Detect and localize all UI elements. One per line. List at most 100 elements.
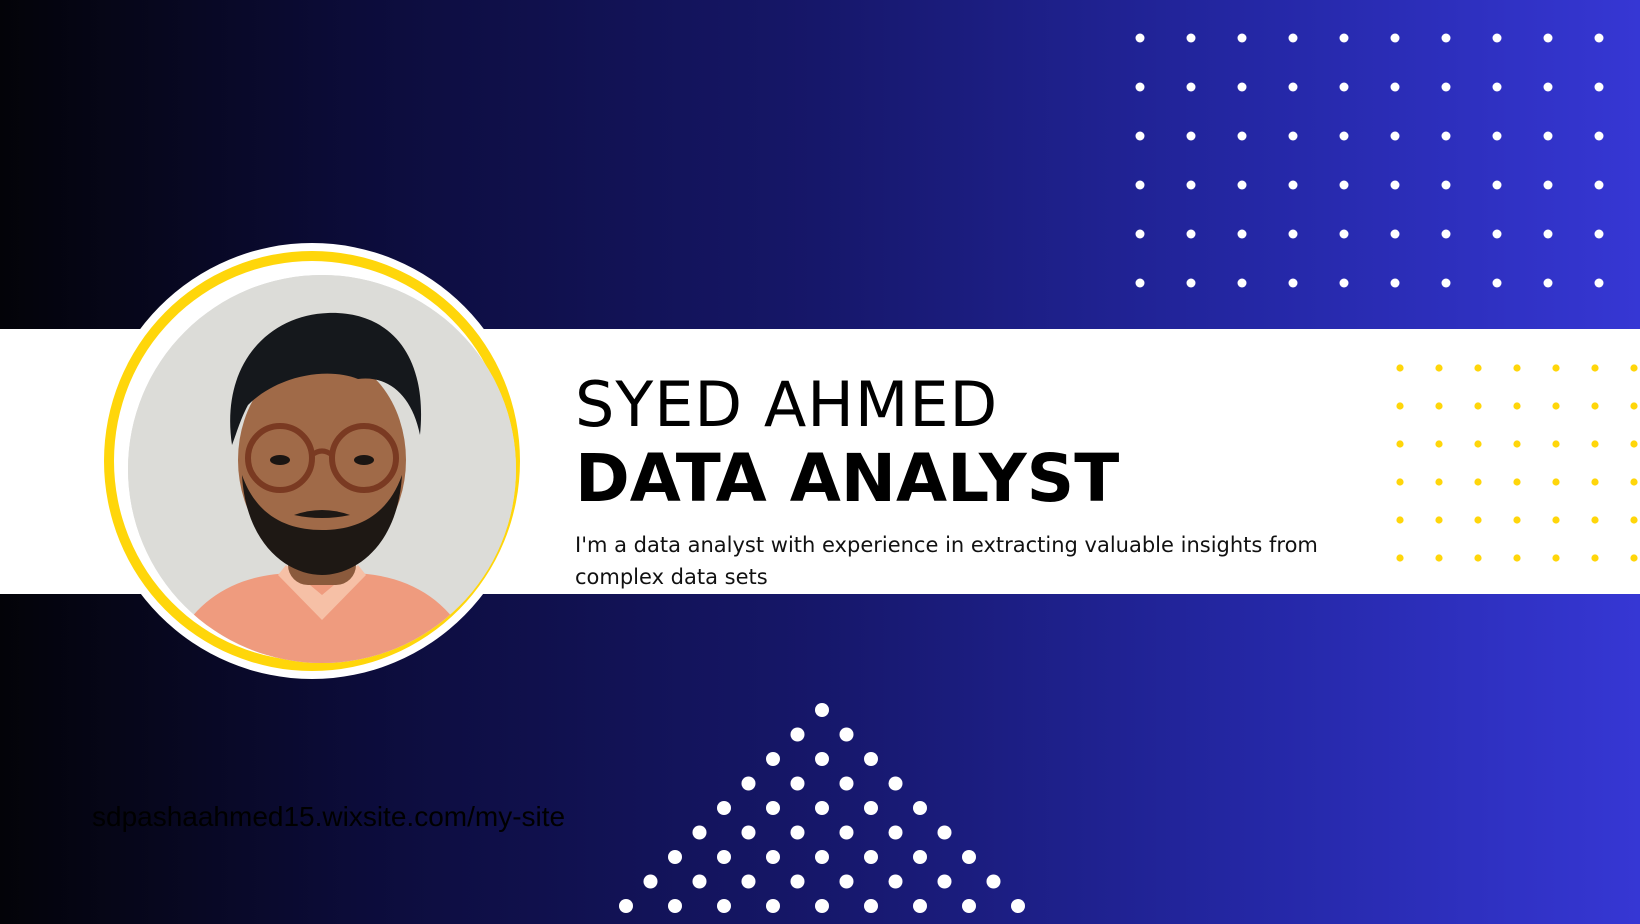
- triangle-dot: [643, 874, 658, 889]
- triangle-dot: [913, 801, 927, 815]
- white-dot: [1594, 131, 1604, 141]
- white-dot: [1543, 131, 1553, 141]
- triangle-dot: [790, 825, 805, 840]
- white-dot: [1135, 82, 1145, 92]
- triangle-dot: [619, 899, 633, 913]
- profile-name: SYED AHMED: [575, 368, 999, 441]
- white-dot: [1492, 33, 1502, 43]
- white-dot: [1441, 131, 1451, 141]
- white-dot: [1186, 278, 1196, 288]
- triangle-dot: [864, 899, 878, 913]
- triangle-dot: [668, 850, 682, 864]
- white-dot: [1441, 278, 1451, 288]
- white-dot: [1339, 131, 1349, 141]
- triangle-dot: [1011, 899, 1025, 913]
- profile-bio: I'm a data analyst with experience in ex…: [575, 533, 1318, 589]
- triangle-dot: [815, 899, 829, 913]
- triangle-dot: [815, 850, 829, 864]
- dot-triangle-icon: [619, 703, 1025, 913]
- triangle-dot: [913, 850, 927, 864]
- triangle-dot: [962, 899, 976, 913]
- white-dot: [1543, 33, 1553, 43]
- white-dot: [1594, 82, 1604, 92]
- white-dot: [1186, 82, 1196, 92]
- triangle-dot: [766, 899, 780, 913]
- white-dot: [1339, 33, 1349, 43]
- profile-photo: [128, 275, 516, 663]
- white-dot: [1288, 278, 1298, 288]
- white-dot: [1288, 82, 1298, 92]
- white-dot: [1339, 229, 1349, 239]
- triangle-dot: [839, 776, 854, 791]
- triangle-dot: [692, 874, 707, 889]
- white-dot: [1339, 278, 1349, 288]
- white-dot: [1492, 229, 1502, 239]
- white-dot: [1288, 229, 1298, 239]
- triangle-dot: [717, 899, 731, 913]
- white-dot: [1390, 33, 1400, 43]
- white-dot: [1237, 229, 1247, 239]
- triangle-dot: [937, 825, 952, 840]
- triangle-dot: [937, 874, 952, 889]
- triangle-dot: [790, 727, 805, 742]
- white-dot: [1492, 82, 1502, 92]
- triangle-dot: [766, 850, 780, 864]
- white-dot: [1390, 278, 1400, 288]
- white-dot: [1492, 278, 1502, 288]
- white-dot: [1237, 131, 1247, 141]
- white-dot: [1186, 229, 1196, 239]
- profile-avatar: [96, 243, 528, 679]
- white-dot: [1186, 33, 1196, 43]
- white-dot: [1492, 131, 1502, 141]
- white-dot: [1594, 33, 1604, 43]
- white-dot-grid-icon: [1135, 33, 1604, 288]
- triangle-dot: [741, 825, 756, 840]
- triangle-dot: [888, 776, 903, 791]
- portrait-icon: [128, 275, 516, 663]
- white-dot: [1237, 278, 1247, 288]
- white-dot: [1135, 229, 1145, 239]
- triangle-dot: [986, 874, 1001, 889]
- triangle-dot: [864, 752, 878, 766]
- triangle-dot: [839, 727, 854, 742]
- white-dot: [1543, 180, 1553, 190]
- white-dot: [1288, 131, 1298, 141]
- white-dot: [1135, 180, 1145, 190]
- white-dot: [1492, 180, 1502, 190]
- white-dot: [1186, 180, 1196, 190]
- white-dot: [1237, 180, 1247, 190]
- white-dot: [1135, 131, 1145, 141]
- triangle-dot: [741, 776, 756, 791]
- triangle-dot: [815, 752, 829, 766]
- triangle-dot: [864, 801, 878, 815]
- white-dot: [1186, 131, 1196, 141]
- triangle-dot: [717, 850, 731, 864]
- white-dot: [1237, 82, 1247, 92]
- white-dot: [1135, 278, 1145, 288]
- white-dot: [1594, 229, 1604, 239]
- white-dot: [1339, 180, 1349, 190]
- triangle-dot: [839, 825, 854, 840]
- triangle-dot: [717, 801, 731, 815]
- triangle-dot: [741, 874, 756, 889]
- white-dot: [1594, 278, 1604, 288]
- white-dot: [1339, 82, 1349, 92]
- white-dot: [1441, 33, 1451, 43]
- white-dot: [1594, 180, 1604, 190]
- triangle-dot: [839, 874, 854, 889]
- website-link[interactable]: sdpashaahmed15.wixsite.com/my-site: [92, 800, 565, 834]
- triangle-dot: [790, 776, 805, 791]
- triangle-dot: [888, 825, 903, 840]
- triangle-dot: [766, 752, 780, 766]
- white-dot: [1390, 180, 1400, 190]
- avatar-ring: [104, 251, 520, 671]
- white-dot: [1543, 82, 1553, 92]
- triangle-dot: [864, 850, 878, 864]
- white-dot: [1390, 82, 1400, 92]
- triangle-dot: [913, 899, 927, 913]
- profile-role: DATA ANALYST: [575, 440, 1120, 517]
- white-dot: [1288, 33, 1298, 43]
- white-dot: [1441, 229, 1451, 239]
- white-dot: [1390, 229, 1400, 239]
- triangle-dot: [888, 874, 903, 889]
